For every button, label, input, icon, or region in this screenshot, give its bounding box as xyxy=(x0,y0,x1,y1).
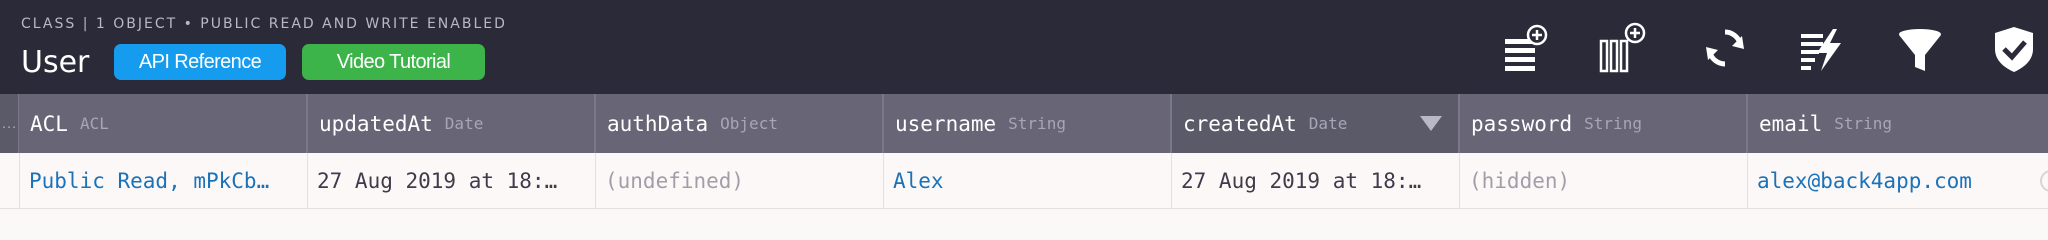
refresh-icon xyxy=(1706,29,1744,67)
column-name: ACL xyxy=(30,111,68,136)
cell-value: 27 Aug 2019 at 18:… xyxy=(1181,169,1422,193)
cell-value: Public Read, mPkCb… xyxy=(29,169,270,193)
cell-value: (hidden) xyxy=(1469,169,1571,193)
cell-password[interactable]: (hidden) xyxy=(1460,153,1748,209)
security-icon xyxy=(1995,27,2033,72)
column-name: email xyxy=(1759,111,1823,136)
class-subtitle: CLASS | 1 OBJECT • PUBLIC READ AND WRITE… xyxy=(21,16,507,32)
cell-value: 27 Aug 2019 at 18:… xyxy=(317,169,558,193)
row-select-cell[interactable] xyxy=(0,153,20,209)
cloud-code-icon xyxy=(1801,29,1841,71)
toolbar: CLASS | 1 OBJECT • PUBLIC READ AND WRITE… xyxy=(0,0,2048,94)
column-header-password[interactable]: password String xyxy=(1460,94,1748,153)
column-name: authData xyxy=(607,111,709,136)
column-header-row: … ACL ACL updatedAt Date authData Object… xyxy=(0,94,2048,153)
add-row-button[interactable] xyxy=(1494,18,1554,78)
video-tutorial-button[interactable]: Video Tutorial xyxy=(302,44,485,80)
api-reference-button[interactable]: API Reference xyxy=(114,44,286,80)
add-column-icon xyxy=(1599,22,1646,73)
column-header-authdata[interactable]: authData Object xyxy=(596,94,884,153)
column-type: ACL xyxy=(79,114,109,133)
column-type: Date xyxy=(444,114,484,133)
column-type: String xyxy=(1834,114,1893,133)
filter-button[interactable] xyxy=(1890,18,1950,78)
table-row[interactable]: Public Read, mPkCb… 27 Aug 2019 at 18:… … xyxy=(0,153,2048,209)
cell-acl[interactable]: Public Read, mPkCb… xyxy=(20,153,308,209)
add-row-icon xyxy=(1505,24,1548,71)
column-name: updatedAt xyxy=(319,111,433,136)
filter-icon xyxy=(1899,29,1941,71)
column-type: Object xyxy=(720,114,778,133)
cell-updatedat[interactable]: 27 Aug 2019 at 18:… xyxy=(308,153,596,209)
column-name: password xyxy=(1471,111,1573,136)
column-type: String xyxy=(1008,114,1066,133)
column-header-updatedat[interactable]: updatedAt Date xyxy=(308,94,596,153)
column-name: username xyxy=(895,111,997,136)
row-select-header[interactable]: … xyxy=(0,94,19,153)
cloud-code-button[interactable] xyxy=(1792,18,1852,78)
cell-username[interactable]: Alex xyxy=(884,153,1172,209)
cell-email[interactable]: alex@back4app.com xyxy=(1748,153,2048,209)
cell-value: (undefined) xyxy=(605,169,745,193)
refresh-button[interactable] xyxy=(1695,18,1755,78)
column-type: String xyxy=(1584,114,1642,133)
sort-descending-icon[interactable] xyxy=(1420,116,1442,131)
cell-createdat[interactable]: 27 Aug 2019 at 18:… xyxy=(1172,153,1460,209)
column-header-username[interactable]: username String xyxy=(884,94,1172,153)
column-header-createdat[interactable]: createdAt Date xyxy=(1172,94,1460,153)
column-type: Date xyxy=(1308,114,1348,133)
column-header-email[interactable]: email String xyxy=(1748,94,2048,153)
cell-value: alex@back4app.com xyxy=(1757,169,1972,193)
column-header-acl[interactable]: ACL ACL xyxy=(19,94,308,153)
class-name: User xyxy=(21,45,90,80)
cell-authdata[interactable]: (undefined) xyxy=(596,153,884,209)
column-name: createdAt xyxy=(1183,111,1297,136)
cell-value: Alex xyxy=(893,169,944,193)
security-button[interactable] xyxy=(1984,18,2044,78)
add-column-button[interactable] xyxy=(1590,18,1650,78)
